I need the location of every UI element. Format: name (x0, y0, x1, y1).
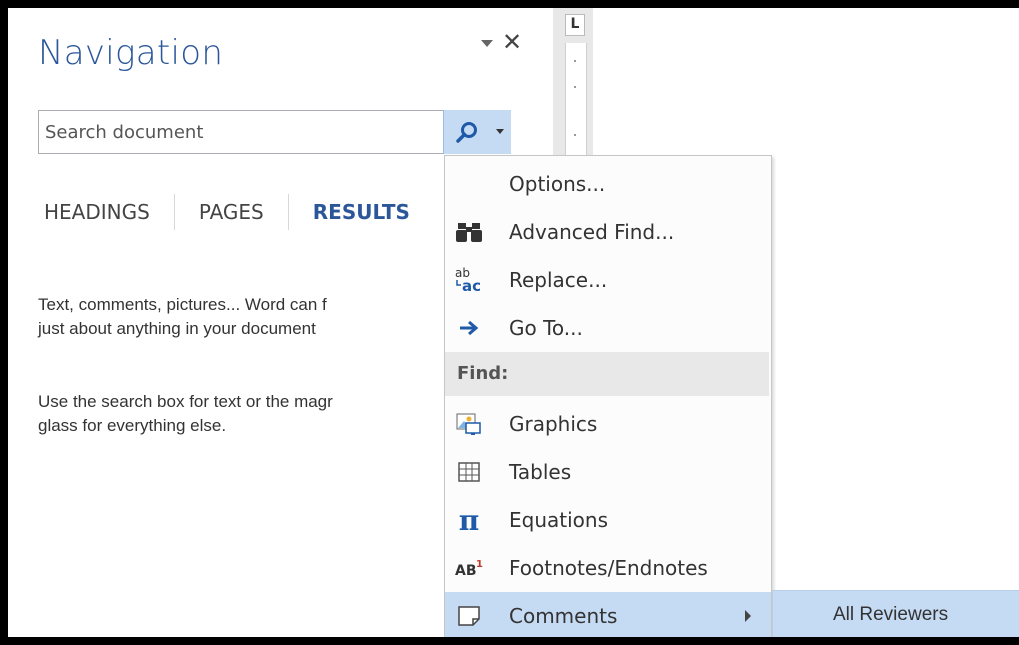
ruler-tick (574, 86, 576, 88)
comment-icon (453, 600, 485, 632)
menu-item-go-to[interactable]: Go To... (445, 304, 771, 352)
binoculars-icon (453, 216, 485, 248)
menu-item-equations[interactable]: π Equations (445, 496, 771, 544)
menu-item-label: Comments (509, 604, 618, 628)
footnote-icon: AB 1 (453, 552, 485, 584)
menu-item-options[interactable]: Options... (445, 160, 771, 208)
help-text-2: Use the search box for text or the magr … (38, 392, 333, 435)
chevron-down-icon[interactable] (496, 129, 504, 134)
menu-item-advanced-find[interactable]: Advanced Find... (445, 208, 771, 256)
menu-item-comments[interactable]: Comments (445, 592, 771, 637)
svg-text:AB: AB (455, 563, 477, 578)
menu-item-replace[interactable]: ab ac Replace... (445, 256, 771, 304)
search-input[interactable] (39, 111, 451, 153)
menu-item-label: Go To... (509, 316, 583, 340)
nav-tabs: HEADINGS PAGES RESULTS (44, 194, 434, 230)
ruler-tick (574, 60, 576, 62)
menu-item-label: Equations (509, 508, 608, 532)
tab-selector[interactable]: L (565, 14, 585, 36)
search-box (38, 110, 511, 154)
search-button[interactable] (443, 110, 511, 154)
replace-icon: ab ac (453, 264, 485, 296)
svg-text:1: 1 (476, 559, 483, 570)
pane-options-chevron-icon[interactable] (481, 40, 493, 47)
app-frame: Navigation ✕ HEADINGS PAGES RESULTS Text… (8, 8, 1019, 637)
tab-results[interactable]: RESULTS (287, 194, 434, 230)
pi-icon: π (458, 503, 480, 537)
arrow-right-icon (453, 312, 485, 344)
menu-item-label: Footnotes/Endnotes (509, 556, 708, 580)
menu-item-label: Graphics (509, 412, 598, 436)
graphics-icon (453, 408, 485, 440)
ruler-tick (574, 134, 576, 136)
find-header-label: Find: (457, 363, 509, 384)
menu-item-label: Tables (509, 460, 572, 484)
search-options-menu: Options... Advanced Find... ab ac Replac… (444, 155, 772, 637)
magnifier-icon (456, 122, 477, 143)
comments-submenu: All Reviewers (772, 590, 1019, 637)
submenu-item-all-reviewers[interactable]: All Reviewers (833, 591, 948, 637)
tab-headings[interactable]: HEADINGS (44, 194, 174, 230)
submenu-arrow-icon (745, 610, 751, 622)
menu-item-label: Options... (509, 172, 606, 196)
menu-item-tables[interactable]: Tables (445, 448, 771, 496)
svg-text:ac: ac (462, 277, 481, 294)
menu-item-label: Replace... (509, 268, 608, 292)
table-icon (453, 456, 485, 488)
pane-title: Navigation (38, 33, 224, 73)
menu-item-footnotes[interactable]: AB 1 Footnotes/Endnotes (445, 544, 771, 592)
help-text-1: Text, comments, pictures... Word can f j… (38, 295, 327, 338)
close-icon[interactable]: ✕ (502, 30, 522, 54)
tab-pages[interactable]: PAGES (173, 194, 288, 230)
menu-item-graphics[interactable]: Graphics (445, 400, 771, 448)
menu-item-label: Advanced Find... (509, 220, 675, 244)
find-section-header: Find: (445, 352, 769, 396)
